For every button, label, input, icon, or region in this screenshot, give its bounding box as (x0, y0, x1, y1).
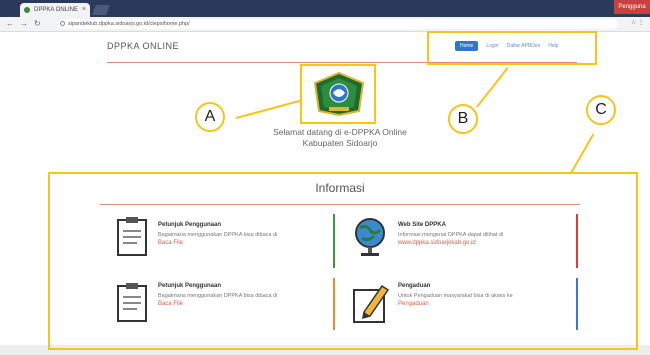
back-icon[interactable]: ← (6, 18, 14, 30)
welcome-text: Selamat datang di e-DPPKA Online Kabupat… (240, 127, 440, 149)
browser-tab[interactable]: DPPKA ONLINE × (20, 3, 90, 17)
reload-icon[interactable]: ↻ (34, 18, 41, 30)
annotation-box-b (427, 31, 597, 65)
address-bar[interactable]: sipandeklub.dppka.sidoarjo.go.id/clepsih… (58, 19, 618, 29)
window-user-badge[interactable]: Pengguna (614, 0, 650, 14)
annotation-box-a (300, 64, 376, 124)
annotation-label-b: B (448, 104, 478, 134)
close-tab-icon[interactable]: × (82, 3, 86, 17)
favicon-icon (24, 7, 30, 13)
annotation-label-a: A (195, 102, 225, 132)
annotation-label-c: C (586, 95, 616, 125)
tab-title: DPPKA ONLINE (34, 7, 79, 13)
forward-icon[interactable]: → (20, 18, 28, 30)
url-text: sipandeklub.dppka.sidoarjo.go.id/clepsih… (68, 21, 190, 27)
info-icon[interactable] (60, 21, 65, 26)
welcome-line2: Kabupaten Sidoarjo (302, 138, 378, 148)
welcome-line1: Selamat datang di e-DPPKA Online (273, 127, 407, 137)
site-brand[interactable]: DPPKA ONLINE (107, 41, 179, 51)
annotation-box-c (48, 172, 638, 350)
bookmark-star-icon[interactable]: ☆ ⋮ (631, 19, 644, 26)
